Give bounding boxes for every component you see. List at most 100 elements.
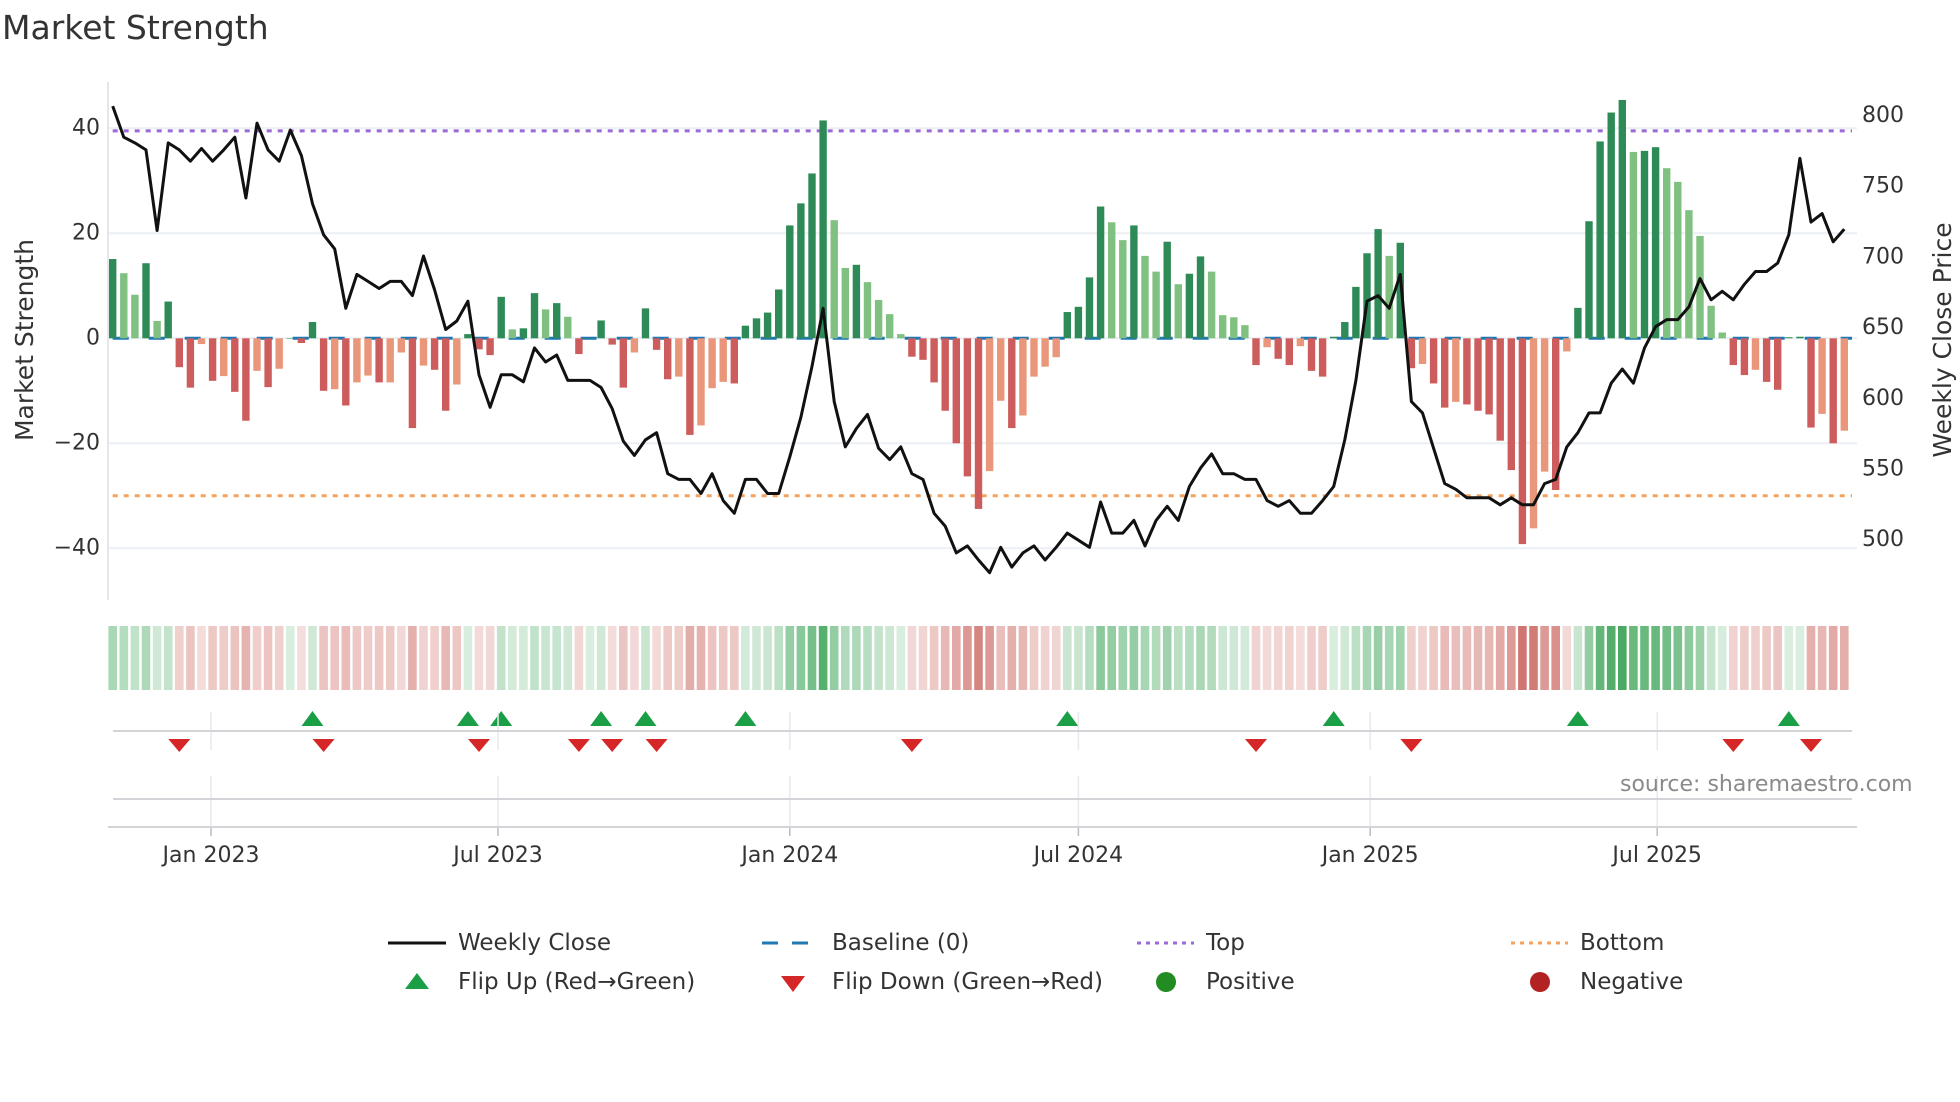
heat-cell bbox=[1629, 626, 1638, 690]
strength-bar bbox=[220, 338, 228, 377]
strength-bar bbox=[1030, 338, 1038, 377]
flip-down-marker bbox=[312, 739, 335, 752]
strength-bar bbox=[1096, 206, 1105, 339]
heat-cell bbox=[1162, 626, 1172, 690]
strength-bar bbox=[342, 338, 350, 406]
legend-label: Flip Up (Red→Green) bbox=[458, 969, 696, 995]
heat-cell bbox=[119, 626, 129, 690]
x-axis: Jan 2023 Jul 2023 Jan 2024 Jul 2024 Jan 2025… bbox=[108, 712, 1857, 868]
heat-cell bbox=[374, 626, 384, 690]
strength-bar bbox=[941, 338, 949, 411]
strength-bar bbox=[486, 338, 494, 356]
strength-bar bbox=[797, 203, 805, 339]
strength-bar bbox=[830, 220, 838, 339]
strength-bar bbox=[919, 338, 927, 360]
heat-cell bbox=[1595, 626, 1605, 690]
heat-cell bbox=[1828, 626, 1838, 690]
legend-bottom: Bottom bbox=[1510, 930, 1664, 956]
heat-cell bbox=[574, 626, 584, 690]
strength-bar bbox=[664, 338, 672, 380]
heat-cell bbox=[730, 626, 739, 690]
heat-cell bbox=[1518, 626, 1527, 690]
strength-bar bbox=[1196, 256, 1205, 339]
strength-bars bbox=[109, 99, 1848, 545]
strength-bar bbox=[652, 338, 661, 350]
heat-cell bbox=[1218, 626, 1227, 690]
strength-bar bbox=[863, 282, 872, 339]
strength-bar bbox=[874, 299, 883, 339]
flip-up-marker bbox=[1056, 711, 1079, 726]
heat-cell bbox=[1262, 626, 1272, 690]
strength-bar bbox=[264, 338, 272, 388]
strength-bar bbox=[519, 328, 528, 339]
strength-bar bbox=[275, 338, 283, 369]
strength-bar bbox=[253, 338, 261, 371]
heat-cell bbox=[1584, 626, 1594, 690]
heat-cell bbox=[863, 626, 872, 690]
strength-bar bbox=[1618, 99, 1626, 339]
heat-cell bbox=[596, 626, 606, 690]
heat-cell bbox=[508, 626, 517, 690]
heat-cell bbox=[175, 626, 184, 690]
heat-cell bbox=[1140, 626, 1150, 690]
heat-cell bbox=[1795, 626, 1805, 690]
strength-bar bbox=[1607, 112, 1615, 339]
heat-cell bbox=[1129, 626, 1139, 690]
heat-cell bbox=[1762, 626, 1771, 690]
strength-bar bbox=[175, 338, 183, 368]
heat-cell bbox=[1840, 626, 1849, 690]
strength-bar bbox=[1785, 337, 1793, 339]
heat-cell bbox=[141, 626, 151, 690]
heat-cell bbox=[774, 626, 783, 690]
left-tick-label: 40 bbox=[72, 115, 100, 140]
heat-cell bbox=[1185, 626, 1194, 690]
strength-bar bbox=[852, 264, 861, 339]
strength-bar bbox=[1829, 338, 1837, 444]
strength-bar bbox=[1330, 336, 1338, 339]
heat-cell bbox=[918, 626, 928, 690]
strength-bar bbox=[1341, 322, 1349, 339]
strength-bar bbox=[1008, 338, 1016, 429]
x-tick-label: Jan 2025 bbox=[1320, 843, 1419, 868]
heat-cell bbox=[1773, 626, 1782, 690]
strength-bar bbox=[586, 338, 594, 339]
flip-down-marker bbox=[1800, 739, 1822, 752]
x-tick-label: Jul 2023 bbox=[451, 843, 543, 868]
right-tick-label: 550 bbox=[1862, 457, 1904, 482]
strength-bar bbox=[1163, 241, 1171, 339]
heat-cell bbox=[441, 626, 450, 690]
heat-cell bbox=[896, 626, 906, 690]
heat-cell bbox=[1729, 626, 1738, 690]
heat-cell bbox=[474, 626, 484, 690]
heat-cell bbox=[197, 626, 206, 690]
legend-label: Flip Down (Green→Red) bbox=[832, 969, 1103, 995]
heat-cell bbox=[274, 626, 284, 690]
heat-cell bbox=[1784, 626, 1794, 690]
heat-cell bbox=[985, 626, 994, 690]
strength-bar bbox=[1796, 336, 1804, 339]
strength-bar bbox=[1174, 284, 1182, 339]
heat-cell bbox=[752, 626, 761, 690]
strength-bar bbox=[131, 294, 139, 339]
strength-bar bbox=[331, 338, 339, 390]
right-tick-label: 500 bbox=[1862, 527, 1904, 552]
heat-cell bbox=[1695, 626, 1705, 690]
strength-bar bbox=[408, 338, 417, 429]
strength-bar bbox=[1274, 338, 1282, 359]
heat-cell bbox=[1318, 626, 1327, 690]
heat-cell bbox=[652, 626, 661, 690]
strength-bar bbox=[775, 289, 783, 339]
strength-heat-strip bbox=[108, 626, 1849, 690]
solid-line-icon bbox=[388, 941, 446, 945]
heat-cell bbox=[1307, 626, 1316, 690]
heat-cell bbox=[1806, 626, 1816, 690]
strength-bar bbox=[786, 225, 794, 339]
left-tick-label: 20 bbox=[72, 220, 100, 245]
heat-cell bbox=[1296, 626, 1305, 690]
heat-cell bbox=[996, 626, 1005, 690]
strength-bar bbox=[1041, 338, 1049, 367]
heat-cell bbox=[219, 626, 228, 690]
flip-up-marker bbox=[1777, 711, 1800, 726]
strength-bar bbox=[997, 338, 1005, 401]
heat-cell bbox=[519, 626, 528, 690]
